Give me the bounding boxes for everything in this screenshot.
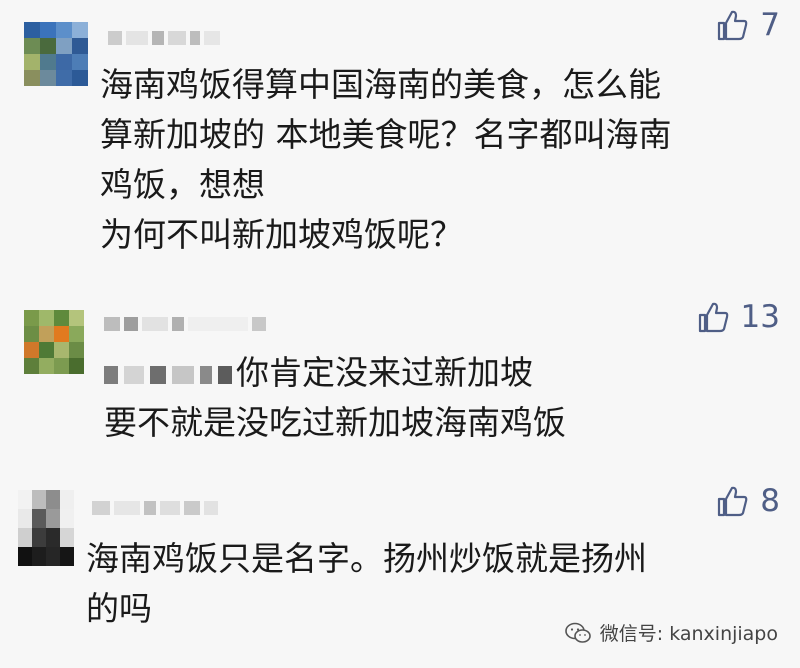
like-button[interactable]: 13 (697, 300, 780, 334)
like-count: 7 (760, 6, 780, 43)
comment-text-line-1: 你肯定没来过新加坡 (236, 353, 533, 392)
username-blurred[interactable] (108, 26, 220, 50)
avatar[interactable] (24, 22, 88, 86)
like-button[interactable]: 7 (716, 8, 780, 42)
like-count: 13 (740, 298, 780, 335)
watermark: 微信号: kanxinjiapo (564, 619, 778, 646)
comment-text: 海南鸡饭得算中国海南的美食，怎么能 算新加坡的 本地美食呢？名字都叫海南 鸡饭，… (100, 65, 672, 254)
watermark-text: 微信号: kanxinjiapo (599, 623, 778, 645)
username-blurred[interactable] (92, 496, 218, 520)
username-blurred[interactable] (104, 312, 266, 336)
like-count: 8 (760, 482, 780, 519)
like-button[interactable]: 8 (716, 484, 780, 518)
comment-text: 你肯定没来过新加坡 要不就是没吃过新加坡海南鸡饭 (104, 348, 566, 448)
comment-2: 13 你肯定没来过新加坡 要不就是没吃过新加坡海南鸡饭 (0, 290, 800, 460)
comment-text-line-2: 要不就是没吃过新加坡海南鸡饭 (104, 403, 566, 442)
avatar[interactable] (24, 310, 84, 374)
thumbs-up-icon (718, 10, 748, 41)
comment-1: 7 海南鸡饭得算中国海南的美食，怎么能 算新加坡的 本地美食呢？名字都叫海南 鸡… (0, 0, 800, 270)
avatar[interactable] (18, 490, 74, 566)
thumbs-up-icon (698, 302, 728, 333)
thumbs-up-icon (718, 486, 748, 517)
reply-mention-blurred[interactable] (104, 365, 232, 384)
wechat-icon (564, 622, 591, 643)
